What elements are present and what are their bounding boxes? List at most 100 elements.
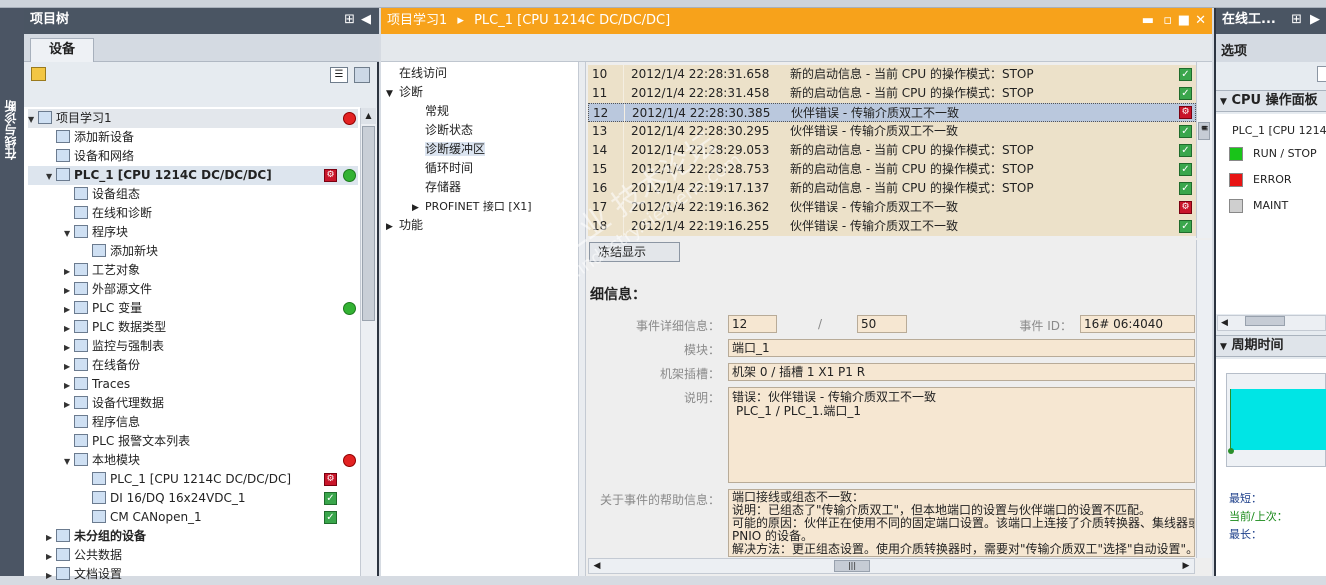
- hscroll-thumb[interactable]: |||: [834, 560, 870, 572]
- description-box[interactable]: 错误：伙伴错误 - 传输介质双工不一致 PLC_1 / PLC_1.端口_1: [728, 387, 1195, 483]
- row-event-text: 新的启动信息 - 当前 CPU 的操作模式：STOP: [790, 67, 1034, 81]
- module-field[interactable]: 端口_1: [728, 339, 1195, 357]
- nav-splitter[interactable]: [579, 62, 586, 576]
- vscroll-details[interactable]: [1196, 240, 1212, 558]
- maximize-icon[interactable]: ■: [1178, 8, 1190, 34]
- nav-expander-icon[interactable]: ▼: [386, 85, 399, 104]
- diag-nav-item[interactable]: ▶ 功能: [386, 216, 423, 235]
- tree-expander-icon[interactable]: ▶: [64, 300, 74, 319]
- tree-item[interactable]: ▶ 工艺对象: [28, 261, 358, 280]
- row-event-text: 新的启动信息 - 当前 CPU 的操作模式：STOP: [790, 162, 1034, 176]
- tree-item[interactable]: ▶ 文档设置: [28, 565, 358, 584]
- right-panel-options-icon[interactable]: ⊞: [1291, 8, 1302, 32]
- tree-item[interactable]: ▶ PLC 变量: [28, 299, 358, 318]
- hscroll-left[interactable]: ◀: [590, 559, 604, 573]
- tree-expander-icon[interactable]: ▶: [64, 395, 74, 414]
- tree-item[interactable]: PLC 报警文本列表: [28, 432, 358, 451]
- left-task-strip[interactable]: [0, 8, 24, 576]
- panel-options-icon[interactable]: ⊞: [344, 8, 355, 32]
- tree-item[interactable]: ▼ 程序块: [28, 223, 358, 242]
- tree-expander-icon[interactable]: ▼: [64, 452, 74, 471]
- left-strip-label[interactable]: 在线与诊断: [2, 100, 22, 160]
- diag-nav-item[interactable]: ▼ 诊断: [386, 83, 423, 102]
- tree-node-icon: [92, 510, 106, 523]
- nav-expander-icon[interactable]: ▶: [386, 218, 399, 237]
- section-cpu-panel-header[interactable]: ▼ CPU 操作面板: [1216, 90, 1326, 112]
- event-index-field[interactable]: 12: [728, 315, 777, 333]
- minimize-icon[interactable]: ▬: [1142, 8, 1154, 34]
- tree-item[interactable]: ▶ PLC 数据类型: [28, 318, 358, 337]
- tree-item[interactable]: 添加新块: [28, 242, 358, 261]
- tree-expander-icon[interactable]: ▶: [64, 281, 74, 300]
- breadcrumb-project[interactable]: 项目学习1: [387, 13, 447, 28]
- tree-item[interactable]: 程序信息: [28, 413, 358, 432]
- diag-nav-item[interactable]: 诊断状态: [412, 121, 473, 140]
- event-id-field[interactable]: 16# 06:4040: [1080, 315, 1195, 333]
- tree-item[interactable]: 设备和网络: [28, 147, 358, 166]
- tree-item[interactable]: ▼ 本地模块: [28, 451, 358, 470]
- tree-item[interactable]: ▶ 公共数据: [28, 546, 358, 565]
- tree-item[interactable]: 设备组态: [28, 185, 358, 204]
- view-list-icon[interactable]: ☰: [330, 67, 348, 83]
- diag-buffer-row[interactable]: 12 2012/1/4 22:28:30.385 伙伴错误 - 传输介质双工不一致: [588, 103, 1196, 123]
- add-device-toolbar-icon[interactable]: [31, 67, 46, 81]
- tree-scroll-thumb[interactable]: [362, 126, 375, 321]
- tree-item[interactable]: ▼ 项目学习1: [28, 109, 358, 128]
- tree-item[interactable]: 添加新设备: [28, 128, 358, 147]
- tree-item[interactable]: ▶ 未分组的设备: [28, 527, 358, 546]
- breadcrumb-plc[interactable]: PLC_1 [CPU 1214C DC/DC/DC]: [474, 13, 670, 28]
- tree-item[interactable]: ▶ 外部源文件: [28, 280, 358, 299]
- diag-nav-item[interactable]: 诊断缓冲区: [412, 140, 486, 159]
- close-icon[interactable]: ✕: [1195, 8, 1206, 34]
- help-box[interactable]: 端口接线或组态不一致： 说明：已组态了"传输介质双工"，但本地端口的设置与伙伴端…: [728, 489, 1195, 557]
- tree-item[interactable]: ▶ 在线备份: [28, 356, 358, 375]
- diag-nav-label: 功能: [399, 218, 424, 232]
- tree-expander-icon[interactable]: ▶: [64, 319, 74, 338]
- tree-item[interactable]: DI 16/DQ 16x24VDC_1: [28, 489, 358, 508]
- module-label: 模块：: [683, 343, 720, 357]
- right-panel-collapse-icon[interactable]: ▶: [1310, 8, 1320, 32]
- right-panel-scroll-icon[interactable]: ≡: [1198, 124, 1212, 136]
- diag-nav-item[interactable]: 存储器: [412, 178, 461, 197]
- options-box[interactable]: [1317, 66, 1326, 82]
- right-hscroll[interactable]: ◀: [1217, 315, 1326, 331]
- diag-nav-item[interactable]: ▶ PROFINET 接口 [X1]: [412, 197, 532, 216]
- restore-icon[interactable]: ▫: [1163, 8, 1172, 34]
- tree-expander-icon[interactable]: ▼: [28, 110, 38, 129]
- tree-expander-icon[interactable]: ▶: [64, 262, 74, 281]
- hscroll-right[interactable]: ▶: [1179, 559, 1193, 573]
- diag-buffer-row[interactable]: 10 2012/1/4 22:28:31.658 新的启动信息 - 当前 CPU 的…: [588, 65, 1196, 84]
- diag-nav-item[interactable]: 在线访问: [386, 64, 447, 83]
- tree-item[interactable]: CM CANopen_1: [28, 508, 358, 527]
- tree-item[interactable]: 在线和诊断: [28, 204, 358, 223]
- section-cycle-time-header[interactable]: ▼ 周期时间: [1216, 335, 1326, 357]
- diag-buffer-row[interactable]: 11 2012/1/4 22:28:31.458 新的启动信息 - 当前 CPU 的…: [588, 84, 1196, 103]
- tree-expander-icon[interactable]: ▼: [46, 167, 56, 186]
- tree-expander-icon[interactable]: ▶: [64, 357, 74, 376]
- export-icon[interactable]: [354, 67, 370, 83]
- tree-item[interactable]: ▶ 设备代理数据: [28, 394, 358, 413]
- event-total-field[interactable]: 50: [857, 315, 907, 333]
- tree-expander-icon[interactable]: ▶: [64, 376, 74, 395]
- diag-buffer-row[interactable]: 18 2012/1/4 22:19:16.255 伙伴错误 - 传输介质双工不一致: [588, 217, 1196, 236]
- diag-table-scrollbar[interactable]: [1196, 62, 1212, 238]
- rack-slot-field[interactable]: 机架 0 / 插槽 1 X1 P1 R: [728, 363, 1195, 381]
- tree-scroll-up[interactable]: ▲: [361, 108, 376, 124]
- tree-node-icon: [74, 320, 88, 333]
- collapse-left-icon[interactable]: ◀: [361, 8, 371, 32]
- diag-nav-item[interactable]: 循环时间: [412, 159, 473, 178]
- tree-item[interactable]: ▶ 监控与强制表: [28, 337, 358, 356]
- tree-expander-icon[interactable]: ▶: [46, 547, 56, 566]
- diag-nav-label: PROFINET 接口 [X1]: [425, 200, 532, 213]
- module-ok-icon: ✓: [324, 511, 337, 524]
- tree-item[interactable]: ▼ PLC_1 [CPU 1214C DC/DC/DC]: [28, 166, 358, 185]
- horizontal-scrollbar[interactable]: [588, 558, 1195, 574]
- tree-expander-icon[interactable]: ▼: [64, 224, 74, 243]
- current-label: 当前/上次：: [1229, 510, 1288, 523]
- tree-expander-icon[interactable]: ▶: [46, 528, 56, 547]
- tree-item[interactable]: ▶ Traces: [28, 375, 358, 394]
- tab-devices[interactable]: 设备: [30, 38, 94, 62]
- diag-nav-item[interactable]: 常规: [412, 102, 449, 121]
- tree-item[interactable]: PLC_1 [CPU 1214C DC/DC/DC]: [28, 470, 358, 489]
- tree-expander-icon[interactable]: ▶: [64, 338, 74, 357]
